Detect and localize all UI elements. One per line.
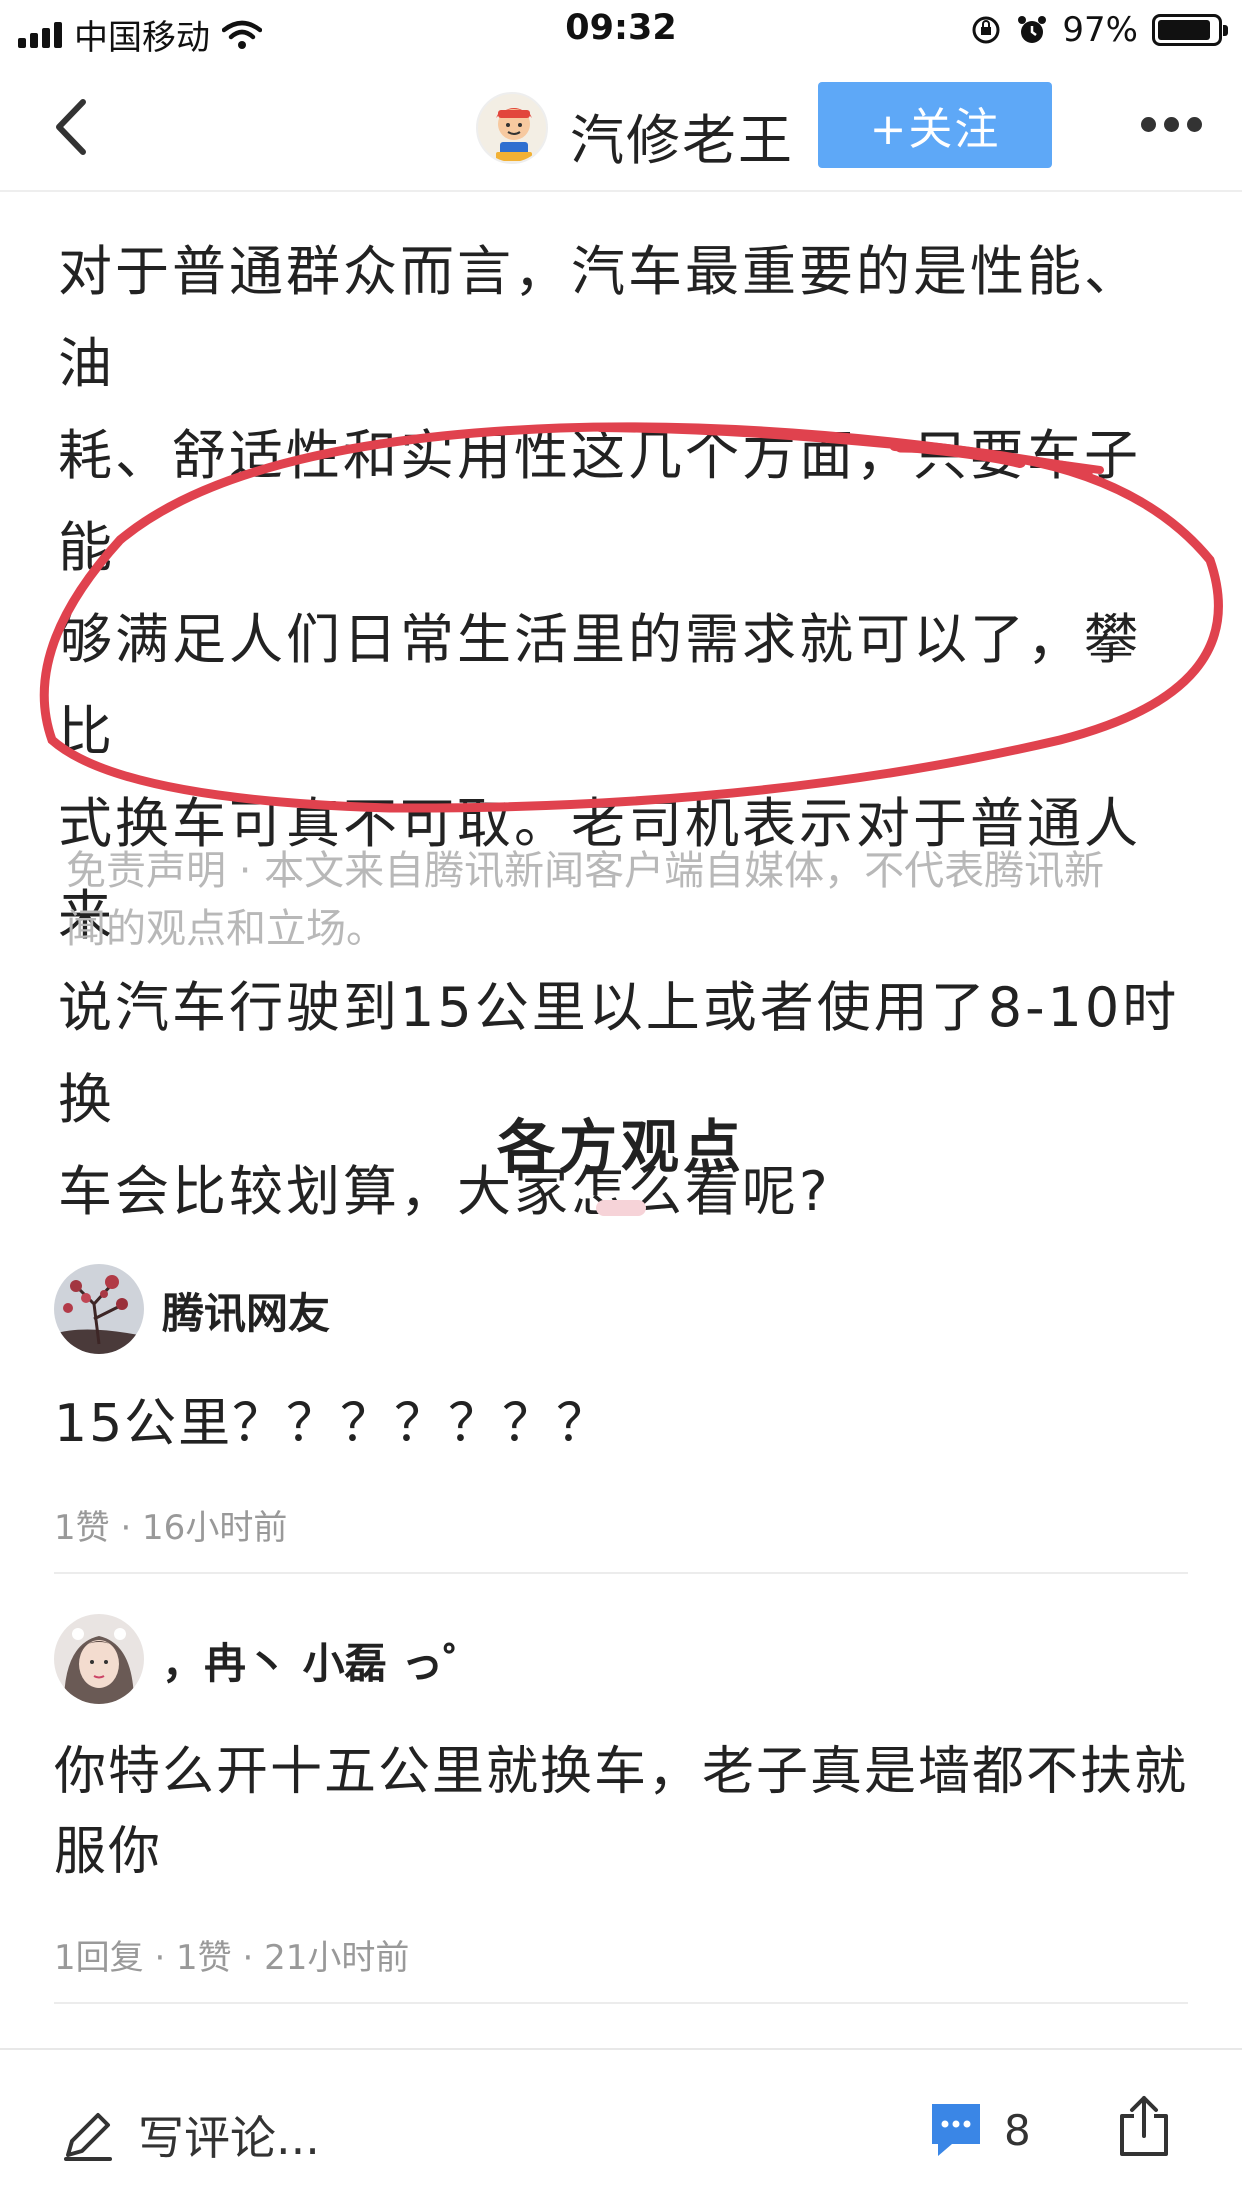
comments-button[interactable]: 8 xyxy=(928,2100,1031,2160)
battery-icon xyxy=(1152,14,1228,46)
status-right: 97% xyxy=(970,10,1228,50)
commenter-avatar[interactable] xyxy=(54,1614,144,1704)
section-title: 各方观点 xyxy=(496,1113,745,1181)
section-underline xyxy=(596,1200,646,1216)
disclaimer-line: 免责声明 · 本文来自腾讯新闻客户端自媒体，不代表腾讯新 xyxy=(66,848,1105,894)
commenter-name[interactable]: ，冉丶 小磊 っ゜ xyxy=(162,1630,485,1691)
author-avatar[interactable] xyxy=(476,92,548,164)
battery-percent: 97% xyxy=(1062,10,1138,50)
comment-text-line: 你特么开十五公里就换车，老子真是墙都不扶就 xyxy=(54,1742,1189,1802)
disclaimer: 免责声明 · 本文来自腾讯新闻客户端自媒体，不代表腾讯新 闻的观点和立场。 xyxy=(66,842,1176,958)
article-line: 耗、舒适性和实用性这几个方面，只要车子能 xyxy=(58,424,1141,579)
commenter-name[interactable]: 腾讯网友 xyxy=(162,1280,330,1341)
pencil-icon xyxy=(64,2113,112,2161)
comment-item: ，冉丶 小磊 っ゜ 你特么开十五公里就换车，老子真是墙都不扶就 服你 1回复 ·… xyxy=(54,1614,1188,2004)
comment-text: 15公里？？？？？？？ xyxy=(54,1394,611,1454)
back-button[interactable] xyxy=(40,92,100,162)
article-body: 对于普通群众而言，汽车最重要的是性能、油 耗、舒适性和实用性这几个方面，只要车子… xyxy=(58,226,1192,1238)
follow-button[interactable]: +关注 xyxy=(818,82,1052,168)
comment-meta: 1赞 · 16小时前 xyxy=(54,1508,288,1548)
commenter-avatar[interactable] xyxy=(54,1264,144,1354)
chevron-left-icon xyxy=(56,99,86,155)
article-line: 够满足人们日常生活里的需求就可以了，攀比 xyxy=(58,608,1141,763)
bottom-bar: 写评论... 8 xyxy=(0,2048,1242,2208)
article-header: 汽修老王 +关注 xyxy=(0,62,1242,192)
comment-count: 8 xyxy=(1004,2105,1031,2155)
share-button[interactable] xyxy=(1116,2094,1172,2162)
status-bar: 中国移动 09:32 97% xyxy=(0,0,1242,62)
disclaimer-line: 闻的观点和立场。 xyxy=(66,906,386,952)
more-dot-icon xyxy=(1141,116,1156,132)
more-dot-icon xyxy=(1187,116,1202,132)
article-line: 对于普通群众而言，汽车最重要的是性能、油 xyxy=(58,240,1141,395)
comment-text: 你特么开十五公里就换车，老子真是墙都不扶就 服你 xyxy=(54,1732,1188,1892)
more-dot-icon xyxy=(1164,116,1179,132)
share-icon xyxy=(1120,2096,1168,2156)
alarm-icon xyxy=(1018,16,1047,43)
comment-meta: 1回复 · 1赞 · 21小时前 xyxy=(54,1938,410,1978)
author-name[interactable]: 汽修老王 xyxy=(570,96,794,175)
comment-text-line: 服你 xyxy=(54,1822,163,1882)
comment-divider xyxy=(54,1572,1188,1574)
rotation-lock-icon xyxy=(972,16,1000,44)
write-comment-button[interactable]: 写评论... xyxy=(60,2102,320,2168)
comment-bubble-icon xyxy=(932,2104,980,2156)
comment-item: 腾讯网友 15公里？？？？？？？ 1赞 · 16小时前 xyxy=(54,1264,1188,1574)
more-options-button[interactable] xyxy=(1141,104,1202,144)
write-comment-label: 写评论... xyxy=(138,2111,320,2165)
comment-divider xyxy=(54,2002,1188,2004)
